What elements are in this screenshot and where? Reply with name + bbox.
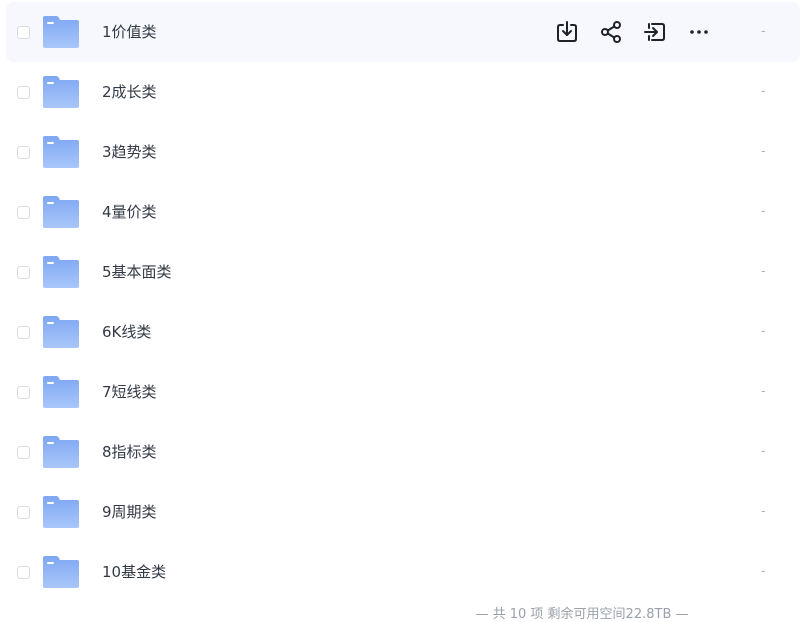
file-name[interactable]: 7短线类 xyxy=(102,362,157,422)
row-checkbox[interactable] xyxy=(17,566,30,579)
row-checkbox[interactable] xyxy=(17,446,30,459)
folder-icon xyxy=(43,16,79,48)
file-row-2[interactable]: 2成长类 - xyxy=(6,62,800,122)
folder-icon xyxy=(43,496,79,528)
file-row-4[interactable]: 4量价类 - xyxy=(6,182,800,242)
folder-icon xyxy=(43,136,79,168)
file-size: - xyxy=(761,564,766,579)
file-row-10[interactable]: 10基金类 - xyxy=(6,542,800,602)
row-checkbox[interactable] xyxy=(17,26,30,39)
file-row-7[interactable]: 7短线类 - xyxy=(6,362,800,422)
folder-icon xyxy=(43,376,79,408)
file-name[interactable]: 10基金类 xyxy=(102,542,166,602)
row-actions xyxy=(554,19,712,45)
file-row-6[interactable]: 6K线类 - xyxy=(6,302,800,362)
file-row-8[interactable]: 8指标类 - xyxy=(6,422,800,482)
file-size: - xyxy=(761,444,766,459)
row-checkbox[interactable] xyxy=(17,266,30,279)
row-checkbox[interactable] xyxy=(17,506,30,519)
file-list: 1价值类 - 2成长类 - 3趋势类 - 4量价类 - 5基本面类 - 6K线类… xyxy=(6,2,800,602)
folder-icon xyxy=(43,556,79,588)
file-name[interactable]: 1价值类 xyxy=(102,2,157,62)
file-size: - xyxy=(761,24,766,39)
folder-icon xyxy=(43,316,79,348)
row-checkbox[interactable] xyxy=(17,206,30,219)
more-icon[interactable] xyxy=(686,19,712,45)
folder-icon xyxy=(43,76,79,108)
move-to-icon[interactable] xyxy=(642,19,668,45)
file-name[interactable]: 2成长类 xyxy=(102,62,157,122)
file-name[interactable]: 6K线类 xyxy=(102,302,151,362)
file-size: - xyxy=(761,204,766,219)
file-size: - xyxy=(761,264,766,279)
file-row-5[interactable]: 5基本面类 - xyxy=(6,242,800,302)
folder-icon xyxy=(43,436,79,468)
file-size: - xyxy=(761,144,766,159)
file-name[interactable]: 9周期类 xyxy=(102,482,157,542)
folder-icon xyxy=(43,196,79,228)
folder-icon xyxy=(43,256,79,288)
file-size: - xyxy=(761,384,766,399)
file-name[interactable]: 3趋势类 xyxy=(102,122,157,182)
file-size: - xyxy=(761,324,766,339)
file-row-9[interactable]: 9周期类 - xyxy=(6,482,800,542)
file-name[interactable]: 8指标类 xyxy=(102,422,157,482)
share-icon[interactable] xyxy=(598,19,624,45)
file-size: - xyxy=(761,504,766,519)
file-row-1[interactable]: 1价值类 - xyxy=(6,2,800,62)
file-row-3[interactable]: 3趋势类 - xyxy=(6,122,800,182)
row-checkbox[interactable] xyxy=(17,326,30,339)
row-checkbox[interactable] xyxy=(17,386,30,399)
list-footer-summary: — 共 10 项 剩余可用空间22.8TB — xyxy=(475,607,689,622)
download-icon[interactable] xyxy=(554,19,580,45)
file-name[interactable]: 5基本面类 xyxy=(102,242,172,302)
row-checkbox[interactable] xyxy=(17,86,30,99)
file-name[interactable]: 4量价类 xyxy=(102,182,157,242)
file-size: - xyxy=(761,84,766,99)
row-checkbox[interactable] xyxy=(17,146,30,159)
